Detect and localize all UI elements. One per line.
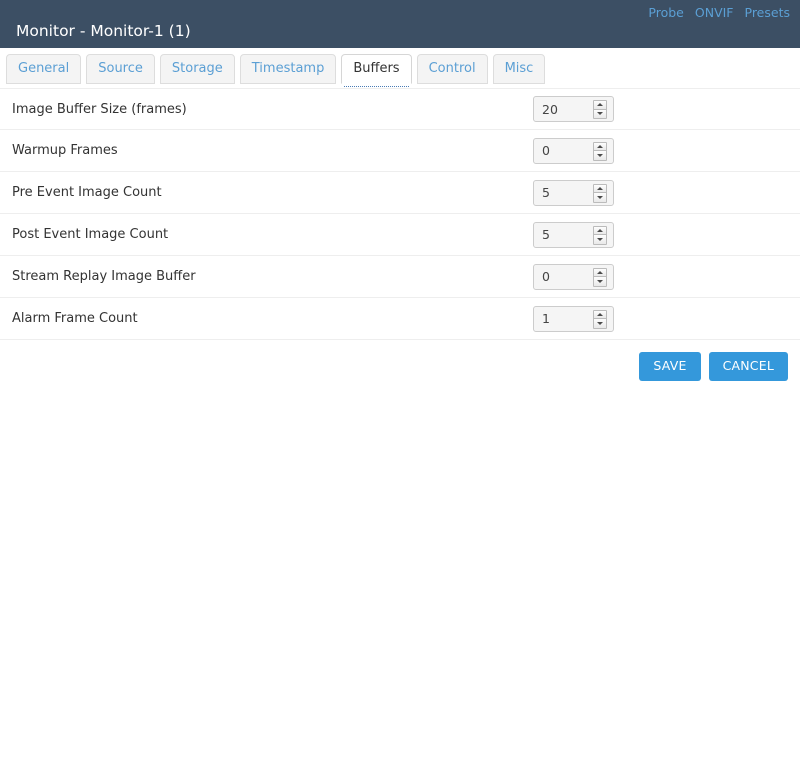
spinner-up-icon-image-buffer-size[interactable]: [594, 101, 606, 110]
tab-storage[interactable]: Storage: [159, 54, 235, 84]
spinner-stream-replay-image-buffer[interactable]: [533, 263, 614, 290]
spinner-up-icon-warmup-frames[interactable]: [594, 142, 606, 151]
spinner-down-icon-warmup-frames[interactable]: [594, 151, 606, 160]
form-row-stream-replay-image-buffer: Stream Replay Image Buffer: [0, 256, 800, 298]
tab-buffers[interactable]: Buffers: [341, 54, 412, 87]
spinner-down-icon-pre-event-image-count[interactable]: [594, 193, 606, 202]
field-post-event-image-count: [533, 221, 614, 248]
tab-general[interactable]: General: [6, 54, 82, 84]
spinner-down-icon-post-event-image-count[interactable]: [594, 235, 606, 244]
tab-misc[interactable]: Misc: [492, 54, 546, 84]
save-button[interactable]: SAVE: [639, 352, 701, 381]
spinner-buttons-stream-replay-image-buffer[interactable]: [593, 267, 607, 287]
field-alarm-frame-count: [533, 305, 614, 332]
spinner-buttons-image-buffer-size[interactable]: [593, 100, 607, 119]
page-title: Monitor - Monitor-1 (1): [16, 22, 191, 40]
form-row-post-event-image-count: Post Event Image Count: [0, 214, 800, 256]
label-pre-event-image-count: Pre Event Image Count: [12, 185, 162, 200]
tab-source[interactable]: Source: [86, 54, 155, 84]
form-row-pre-event-image-count: Pre Event Image Count: [0, 172, 800, 214]
spinner-up-icon-pre-event-image-count[interactable]: [594, 184, 606, 193]
spinner-pre-event-image-count[interactable]: [533, 179, 614, 206]
label-alarm-frame-count: Alarm Frame Count: [12, 311, 138, 326]
spinner-buttons-alarm-frame-count[interactable]: [593, 309, 607, 329]
spinner-up-icon-post-event-image-count[interactable]: [594, 226, 606, 235]
header-link-onvif[interactable]: ONVIF: [695, 5, 734, 21]
tab-timestamp[interactable]: Timestamp: [239, 54, 337, 84]
spinner-image-buffer-size[interactable]: [533, 96, 614, 122]
buffers-form: Image Buffer Size (frames) Warmup Frames: [0, 88, 800, 340]
header-link-group: Probe ONVIF Presets: [648, 5, 790, 21]
spinner-post-event-image-count[interactable]: [533, 221, 614, 248]
spinner-warmup-frames[interactable]: [533, 137, 614, 164]
form-row-alarm-frame-count: Alarm Frame Count: [0, 298, 800, 340]
spinner-down-icon-stream-replay-image-buffer[interactable]: [594, 277, 606, 286]
label-post-event-image-count: Post Event Image Count: [12, 227, 169, 242]
field-pre-event-image-count: [533, 179, 614, 206]
spinner-up-icon-stream-replay-image-buffer[interactable]: [594, 268, 606, 277]
spinner-buttons-pre-event-image-count[interactable]: [593, 183, 607, 203]
tab-control[interactable]: Control: [416, 54, 488, 84]
form-row-warmup-frames: Warmup Frames: [0, 130, 800, 172]
field-warmup-frames: [533, 137, 614, 164]
form-actions: SAVE CANCEL: [0, 340, 800, 381]
page-header: Probe ONVIF Presets Monitor - Monitor-1 …: [0, 0, 800, 48]
spinner-buttons-warmup-frames[interactable]: [593, 141, 607, 161]
field-image-buffer-size: [533, 96, 614, 122]
cancel-button[interactable]: CANCEL: [708, 352, 788, 381]
spinner-down-icon-alarm-frame-count[interactable]: [594, 319, 606, 328]
header-link-presets[interactable]: Presets: [745, 5, 791, 21]
spinner-buttons-post-event-image-count[interactable]: [593, 225, 607, 245]
form-row-image-buffer-size: Image Buffer Size (frames): [0, 88, 800, 130]
page-empty-space: [0, 381, 800, 761]
spinner-up-icon-alarm-frame-count[interactable]: [594, 310, 606, 319]
field-stream-replay-image-buffer: [533, 263, 614, 290]
spinner-alarm-frame-count[interactable]: [533, 305, 614, 332]
label-image-buffer-size: Image Buffer Size (frames): [12, 101, 187, 117]
tab-bar: General Source Storage Timestamp Buffers…: [0, 48, 800, 88]
label-warmup-frames: Warmup Frames: [12, 143, 118, 158]
header-link-probe[interactable]: Probe: [648, 5, 683, 21]
spinner-down-icon-image-buffer-size[interactable]: [594, 109, 606, 118]
label-stream-replay-image-buffer: Stream Replay Image Buffer: [12, 269, 196, 284]
